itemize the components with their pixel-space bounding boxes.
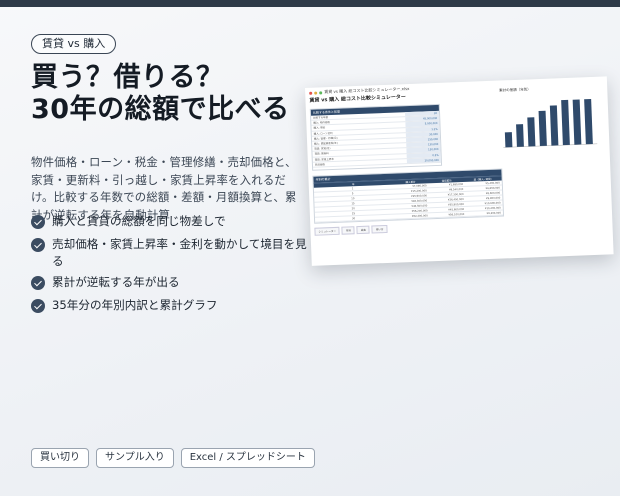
bar-chart-svg xyxy=(503,99,598,148)
sheet-tab[interactable]: 設定 xyxy=(356,225,371,235)
table-cell: ¥56,100,000 xyxy=(448,212,465,217)
tag-format: Excel / スプレッドシート xyxy=(180,448,315,468)
parameters-rows: 比較する年数 30 購入: 物件価格 45,000,000 購入: 頭金 5,000,00… xyxy=(311,110,441,168)
feature-item: 35年分の年別内訳と累計グラフ xyxy=(31,297,217,314)
close-dot-icon xyxy=(309,91,313,95)
check-icon xyxy=(31,299,45,313)
title-line-2: 30年の総額で比べる xyxy=(31,94,290,125)
feature-item: 累計が逆転する年が出る xyxy=(31,274,180,291)
feature-item: 売却価格・家賃上昇率・金利を動かして境目を見る xyxy=(31,236,311,270)
parameter-input[interactable]: 20,000,000 xyxy=(406,157,441,164)
page-title: 買う？借りる？ 30年の総額で比べる xyxy=(31,62,321,126)
minimize-dot-icon xyxy=(314,91,318,95)
results-table: 年別の累計 年購入累計 賃貸累計 差（購入−賃貸） 1 ¥7,090,000 ¥1,69… xyxy=(312,168,505,224)
summary-chart: 累計の差額（年別） xyxy=(495,85,598,155)
sheet-tab[interactable]: 使い方 xyxy=(371,224,388,234)
title-line-1: 買う？借りる？ xyxy=(31,62,224,93)
chart-bar xyxy=(516,124,524,147)
chart-bar xyxy=(504,132,513,148)
chart-bar xyxy=(538,110,547,147)
sheet-tab[interactable]: シミュレーター xyxy=(314,226,341,236)
tag-list: 買い切り サンプル入り Excel / スプレッドシート xyxy=(31,448,315,468)
chart-bar xyxy=(549,105,559,146)
category-badge: 賃貸 vs 購入 xyxy=(31,34,117,54)
check-icon xyxy=(31,238,45,252)
table-cell: ¥62,400,000 xyxy=(411,214,428,218)
table-cell: ¥6,300,000 xyxy=(486,211,501,216)
tag-one-time-purchase: 買い切り xyxy=(31,448,89,468)
parameters-table: 比較する条件と前提 比較する年数 30 購入: 物件価格 45,000,000 購入: … xyxy=(309,103,443,171)
feature-text: 購入と賃貸の総額を同じ物差しで xyxy=(52,214,226,228)
chart-bar xyxy=(572,99,582,145)
top-accent-bar xyxy=(0,0,620,7)
sheet-tabs: シミュレーター 年別 設定 使い方 xyxy=(314,224,388,236)
feature-text: 売却価格・家賃上昇率・金利を動かして境目を見る xyxy=(52,237,307,268)
chart-bar xyxy=(584,99,593,145)
feature-text: 35年分の年別内訳と累計グラフ xyxy=(52,298,218,312)
spreadsheet-preview: 賃貸 vs 購入 総コスト比較シミュレーター.xlsx 賃貸 vs 購入 総コス… xyxy=(305,76,614,266)
chart-bar xyxy=(561,99,570,146)
tag-sample-included: サンプル入り xyxy=(96,448,174,468)
check-icon xyxy=(31,276,45,290)
sheet-tab[interactable]: 年別 xyxy=(341,226,356,235)
feature-item: 購入と賃貸の総額を同じ物差しで xyxy=(31,213,226,230)
maximize-dot-icon xyxy=(319,90,323,94)
feature-text: 累計が逆転する年が出る xyxy=(52,275,180,289)
results-rows: 1 ¥7,090,000 ¥1,690,000 ¥5,400,000 5 ¥15,200,… xyxy=(313,180,504,223)
check-icon xyxy=(31,215,45,229)
chart-bar xyxy=(527,117,536,147)
